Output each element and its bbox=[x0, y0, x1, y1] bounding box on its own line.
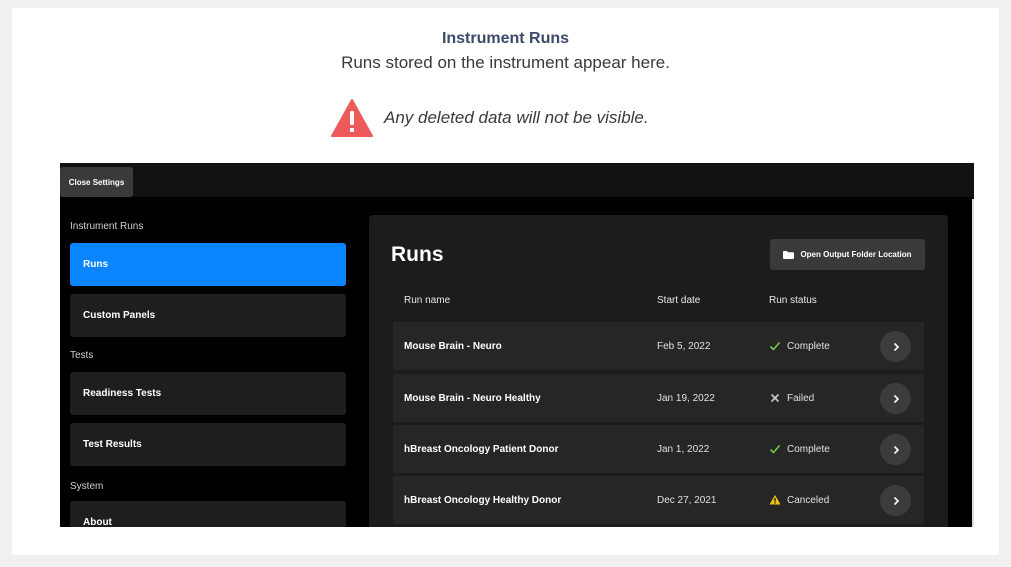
run-start-date: Dec 27, 2021 bbox=[657, 494, 717, 506]
sidebar-item-about[interactable]: About bbox=[70, 501, 346, 527]
doc-subtitle: Runs stored on the instrument appear her… bbox=[341, 53, 670, 72]
open-run-button[interactable] bbox=[880, 331, 911, 362]
column-header-start-date: Start date bbox=[657, 295, 701, 306]
run-start-date: Feb 5, 2022 bbox=[657, 340, 711, 352]
table-row[interactable]: hBreast Oncology Patient Donor Jan 1, 20… bbox=[393, 425, 924, 473]
run-name: Mouse Brain - Neuro Healthy bbox=[404, 392, 541, 404]
sidebar-item-test-results[interactable]: Test Results bbox=[70, 423, 346, 466]
scrollbar[interactable] bbox=[972, 199, 974, 527]
folder-icon bbox=[783, 250, 795, 259]
run-name: hBreast Oncology Healthy Donor bbox=[404, 494, 562, 506]
chevron-right-icon bbox=[893, 342, 899, 351]
close-settings-button[interactable]: Close Settings bbox=[60, 167, 133, 197]
warning-note: Any deleted data will not be visible. bbox=[330, 98, 649, 138]
table-row[interactable]: Mouse Brain - Neuro Feb 5, 2022 Complete bbox=[393, 322, 924, 370]
check-icon bbox=[769, 341, 781, 351]
doc-title: Instrument Runs bbox=[441, 30, 570, 47]
chevron-right-icon bbox=[893, 445, 899, 454]
warning-icon bbox=[769, 495, 781, 505]
sidebar-item-readiness-tests[interactable]: Readiness Tests bbox=[70, 372, 346, 415]
column-header-run-status: Run status bbox=[769, 295, 817, 306]
warning-triangle-icon bbox=[331, 99, 373, 137]
frame-border bbox=[0, 0, 1011, 8]
run-name: Mouse Brain - Neuro bbox=[404, 340, 502, 352]
run-status: Complete bbox=[769, 425, 830, 473]
warning-text: Any deleted data will not be visible. bbox=[384, 108, 649, 127]
run-status-label: Complete bbox=[787, 340, 830, 352]
run-status: Complete bbox=[769, 322, 830, 370]
runs-panel: Runs Open Output Folder Location Run nam… bbox=[369, 215, 948, 527]
run-status-label: Complete bbox=[787, 443, 830, 455]
frame-border bbox=[999, 0, 1011, 567]
run-start-date: Jan 1, 2022 bbox=[657, 443, 710, 455]
x-icon bbox=[770, 393, 780, 403]
page-frame: Instrument Runs Runs stored on the instr… bbox=[0, 0, 1011, 567]
frame-border bbox=[0, 555, 1011, 567]
open-run-button[interactable] bbox=[880, 434, 911, 465]
sidebar-section-tests: Tests bbox=[70, 350, 94, 361]
column-header-run-name: Run name bbox=[404, 295, 451, 306]
sidebar-item-custom-panels[interactable]: Custom Panels bbox=[70, 294, 346, 337]
run-status: Canceled bbox=[769, 476, 829, 524]
open-output-folder-button[interactable]: Open Output Folder Location bbox=[770, 239, 925, 270]
frame-border bbox=[0, 0, 12, 567]
doc-header: Instrument Runs Runs stored on the instr… bbox=[0, 28, 1011, 74]
table-row[interactable]: hBreast Oncology Healthy Donor Dec 27, 2… bbox=[393, 476, 924, 524]
open-output-folder-label: Open Output Folder Location bbox=[800, 250, 912, 259]
run-status: Failed bbox=[769, 374, 814, 422]
run-start-date: Jan 19, 2022 bbox=[657, 392, 715, 404]
run-status-label: Canceled bbox=[787, 494, 830, 506]
chevron-right-icon bbox=[893, 496, 899, 505]
app-topbar: Close Settings bbox=[60, 163, 974, 197]
table-row[interactable]: Mouse Brain - Neuro Healthy Jan 19, 2022… bbox=[393, 374, 924, 422]
chevron-right-icon bbox=[893, 394, 899, 403]
open-run-button[interactable] bbox=[880, 485, 911, 516]
app-window: Close Settings Instrument Runs Runs Cust… bbox=[60, 163, 974, 527]
open-run-button[interactable] bbox=[880, 383, 911, 414]
sidebar-section-system: System bbox=[70, 481, 104, 492]
sidebar-section-instrument-runs: Instrument Runs bbox=[70, 221, 144, 232]
panel-title: Runs bbox=[391, 243, 444, 266]
run-name: hBreast Oncology Patient Donor bbox=[404, 443, 559, 455]
run-status-label: Failed bbox=[787, 392, 815, 404]
sidebar-item-runs[interactable]: Runs bbox=[70, 243, 346, 286]
check-icon bbox=[769, 444, 781, 454]
